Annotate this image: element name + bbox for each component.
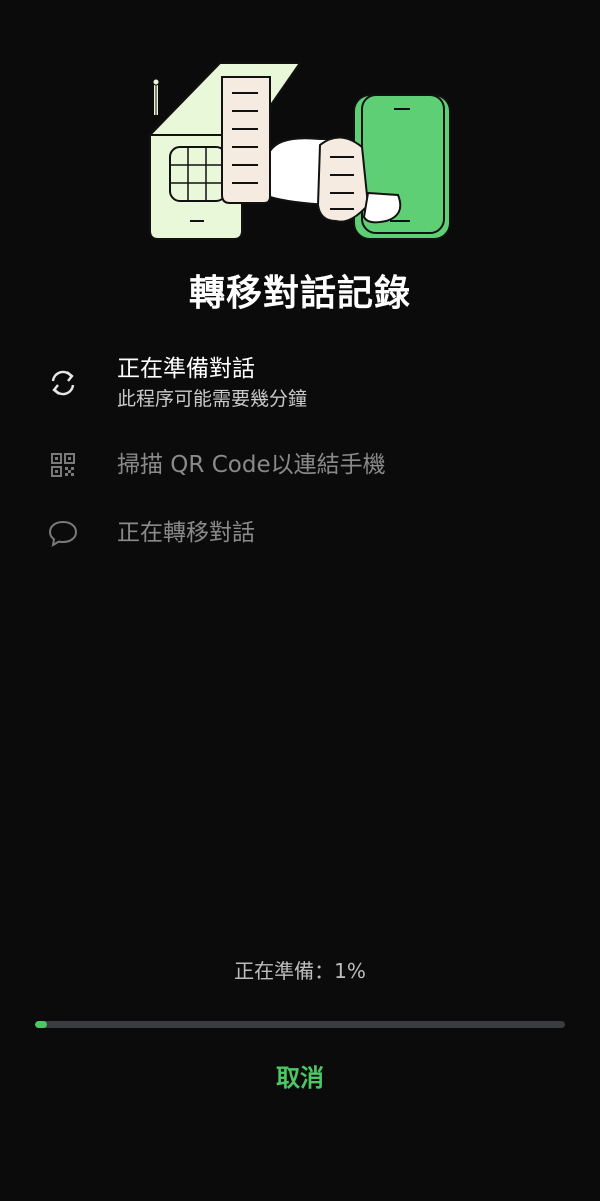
sync-icon xyxy=(51,370,75,396)
progress-status: 正在準備：1% xyxy=(234,959,366,983)
step-label: 正在準備對話 xyxy=(117,356,255,382)
progress-fill xyxy=(35,1021,47,1028)
step-label: 正在轉移對話 xyxy=(117,520,255,546)
progress-bar xyxy=(35,1021,565,1028)
step-label: 掃描 QR Code以連結手機 xyxy=(117,452,386,478)
page-title: 轉移對話記錄 xyxy=(188,273,411,314)
qr-code-icon xyxy=(51,453,75,477)
step-sublabel: 此程序可能需要幾分鐘 xyxy=(117,388,308,410)
transfer-illustration xyxy=(147,62,451,240)
cancel-button[interactable]: 取消 xyxy=(0,1058,600,1093)
chat-bubble-icon xyxy=(48,520,78,547)
